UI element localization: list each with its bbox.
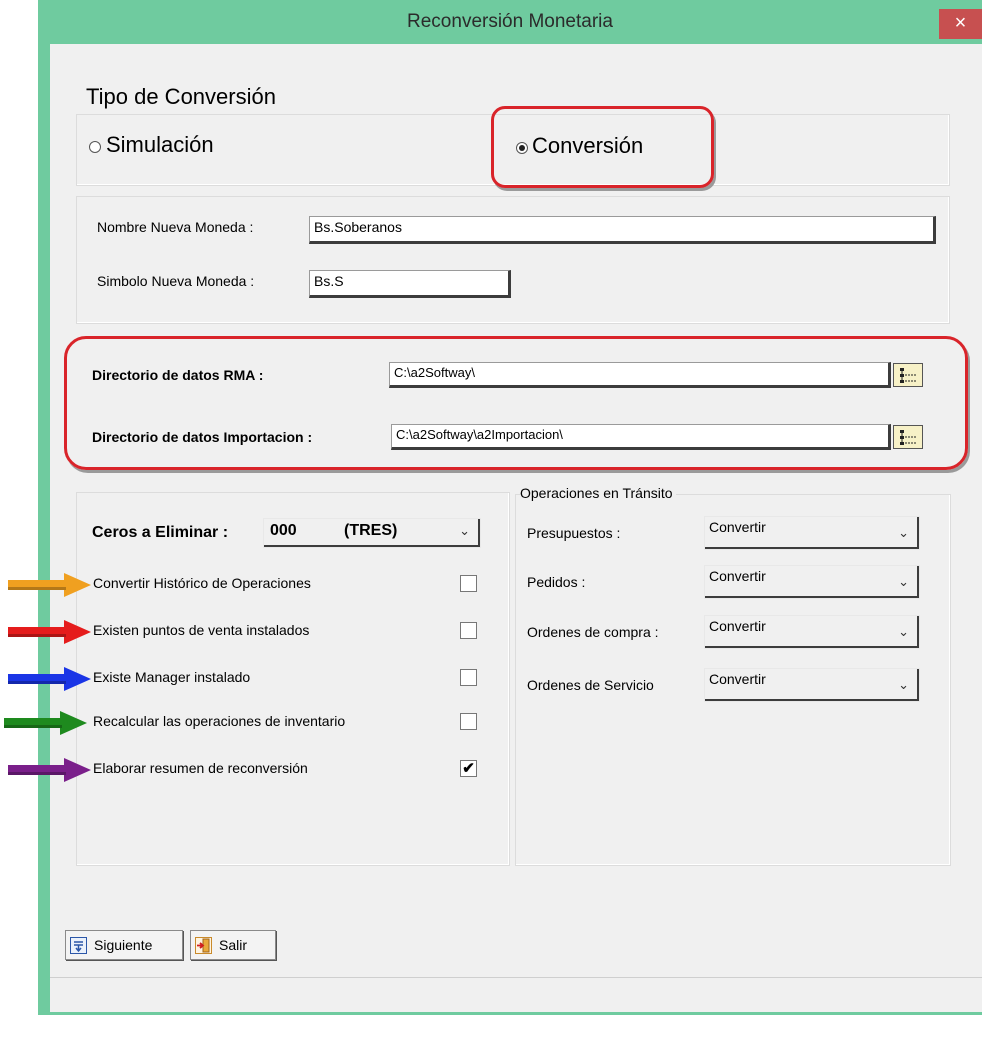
bottom-separator xyxy=(50,977,982,978)
transito-select[interactable]: Convertir ⌄ xyxy=(705,517,919,549)
option-label: Convertir Histórico de Operaciones xyxy=(93,575,311,591)
simbolo-moneda-input[interactable]: Bs.S xyxy=(309,270,511,298)
conversion-label: Conversión xyxy=(532,133,644,158)
salir-button[interactable]: Salir xyxy=(190,930,276,960)
transito-select-value: Convertir xyxy=(709,568,766,584)
close-button[interactable]: × xyxy=(939,9,982,39)
transito-select-value: Convertir xyxy=(709,618,766,634)
window-title: Reconversión Monetaria xyxy=(407,11,613,32)
option-label: Existe Manager instalado xyxy=(93,669,251,685)
close-icon: × xyxy=(954,12,967,34)
nombre-moneda-input[interactable]: Bs.Soberanos xyxy=(309,216,936,244)
exit-door-icon xyxy=(195,937,212,954)
siguiente-label: Siguiente xyxy=(94,937,153,953)
pointer-arrow-icon xyxy=(8,619,92,645)
folder-tree-icon xyxy=(900,430,916,445)
transito-select[interactable]: Convertir ⌄ xyxy=(705,616,919,648)
browse-rma-button[interactable] xyxy=(893,363,923,387)
chevron-down-icon: ⌄ xyxy=(459,523,470,538)
browse-importacion-button[interactable] xyxy=(893,425,923,449)
transito-select-value: Convertir xyxy=(709,671,766,687)
directorio-importacion-input[interactable]: C:\a2Softway\a2Importacion\ xyxy=(391,424,891,450)
transito-select[interactable]: Convertir ⌄ xyxy=(705,669,919,701)
simbolo-moneda-label: Simbolo Nueva Moneda : xyxy=(97,273,255,289)
chevron-down-icon: ⌄ xyxy=(898,574,909,589)
transito-heading: Operaciones en Tránsito xyxy=(520,485,676,501)
pointer-arrow-icon xyxy=(8,757,92,783)
transito-select[interactable]: Convertir ⌄ xyxy=(705,566,919,598)
ceros-value: 000 xyxy=(270,522,297,539)
ceros-eliminar-label: Ceros a Eliminar : xyxy=(92,524,229,541)
chevron-down-icon: ⌄ xyxy=(898,677,909,692)
chevron-down-icon: ⌄ xyxy=(898,624,909,639)
option-checkbox[interactable]: ✔ xyxy=(460,760,477,777)
pointer-arrow-icon xyxy=(8,572,92,598)
chevron-down-icon: ⌄ xyxy=(898,525,909,540)
salir-label: Salir xyxy=(219,937,248,953)
option-checkbox[interactable] xyxy=(460,622,477,639)
siguiente-button[interactable]: Siguiente xyxy=(65,930,183,960)
arrow-down-icon xyxy=(70,937,87,954)
conversion-radio[interactable] xyxy=(516,142,528,154)
simulacion-radio[interactable] xyxy=(89,141,101,153)
transito-row-label: Ordenes de Servicio xyxy=(527,677,654,693)
transito-select-value: Convertir xyxy=(709,519,766,535)
pointer-arrow-icon xyxy=(8,666,92,692)
directorio-rma-input[interactable]: C:\a2Softway\ xyxy=(389,362,891,388)
pointer-arrow-icon xyxy=(4,710,88,736)
simulacion-label: Simulación xyxy=(106,132,214,157)
option-checkbox[interactable] xyxy=(460,575,477,592)
option-checkbox[interactable] xyxy=(460,713,477,730)
ceros-eliminar-select[interactable]: 000 (TRES) ⌄ xyxy=(264,519,480,547)
option-label: Recalcular las operaciones de inventario xyxy=(93,713,346,729)
ceros-value-text: (TRES) xyxy=(344,522,398,539)
option-checkbox[interactable] xyxy=(460,669,477,686)
option-label: Existen puntos de venta instalados xyxy=(93,622,310,638)
conversion-radio-option[interactable]: Conversión xyxy=(512,133,702,164)
transito-row-label: Pedidos : xyxy=(527,574,586,590)
transito-row-label: Presupuestos : xyxy=(527,525,621,541)
nombre-moneda-label: Nombre Nueva Moneda : xyxy=(97,219,254,235)
transito-row-label: Ordenes de compra : xyxy=(527,624,659,640)
directorio-rma-label: Directorio de datos RMA : xyxy=(92,367,264,383)
directorio-importacion-label: Directorio de datos Importacion : xyxy=(92,429,313,445)
simulacion-radio-option[interactable]: Simulación xyxy=(86,132,266,162)
option-label: Elaborar resumen de reconversión xyxy=(93,760,308,776)
tipo-conversion-heading: Tipo de Conversión xyxy=(86,84,280,110)
folder-tree-icon xyxy=(900,368,916,383)
